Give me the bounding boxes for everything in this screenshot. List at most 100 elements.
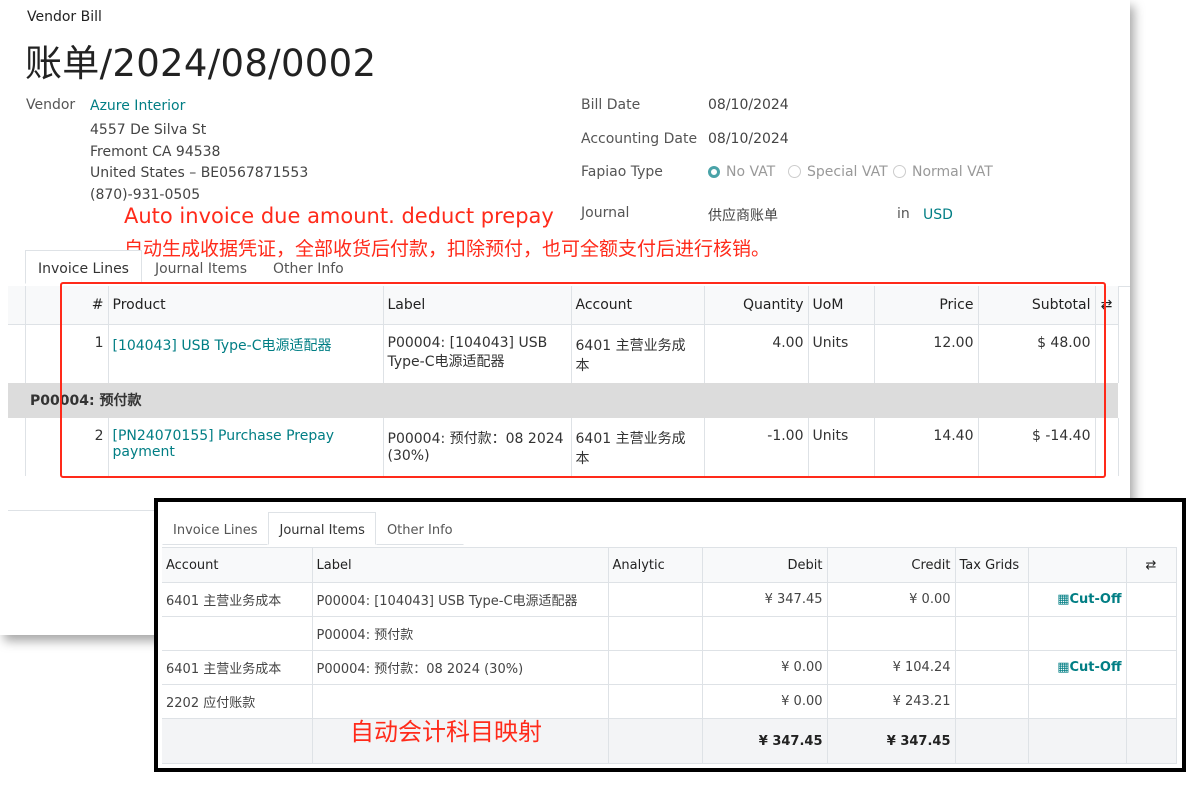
ji-analytic[interactable] — [608, 582, 703, 617]
line-subtotal: $ 48.00 — [978, 324, 1096, 383]
adjust-columns-icon: ⇄ — [1100, 297, 1113, 313]
column-header-subtotal[interactable]: Subtotal — [978, 286, 1096, 325]
calendar-icon: ▦ — [1057, 592, 1070, 607]
adjust-columns-icon: ⇄ — [1145, 557, 1157, 573]
section-row[interactable]: P00004: 预付款 — [8, 382, 1118, 418]
line-uom[interactable]: Units — [808, 324, 875, 383]
line-number: 2 — [25, 417, 109, 476]
breadcrumb[interactable]: Vendor Bill — [27, 9, 102, 25]
cut-off-button[interactable]: ▦Cut-Off — [1028, 650, 1127, 685]
tab-journal-items[interactable]: Journal Items — [141, 250, 261, 284]
ji-debit[interactable]: ¥ 0.00 — [702, 684, 828, 719]
ji-analytic[interactable] — [608, 616, 703, 651]
page-title: 账单/2024/08/0002 — [25, 42, 377, 85]
vendor-label: Vendor — [26, 97, 76, 113]
line-price[interactable]: 12.00 — [874, 324, 979, 383]
ji-tax-grids[interactable] — [955, 582, 1029, 617]
ji-credit[interactable]: ¥ 243.21 — [827, 684, 956, 719]
table-row[interactable]: 6401 主营业务成本 P00004: 预付款：08 2024 (30%) ¥ … — [162, 650, 1177, 685]
fapiao-option-special-vat[interactable]: Special VAT — [788, 164, 888, 180]
journal-panel-tabs: Invoice Lines Journal Items Other Info — [162, 512, 464, 545]
table-row[interactable]: 2 [PN24070155] Purchase Prepay payment P… — [8, 417, 1119, 476]
column-header-account[interactable]: Account — [571, 286, 705, 325]
journal-field[interactable]: 供应商账单 — [708, 205, 778, 225]
optional-columns-toggle[interactable]: ⇄ — [1095, 286, 1119, 325]
tab-invoice-lines[interactable]: Invoice Lines — [162, 512, 269, 545]
line-product[interactable]: [PN24070155] Purchase Prepay payment — [108, 417, 384, 476]
ji-tax-grids[interactable] — [955, 616, 1029, 651]
ji-account[interactable] — [162, 616, 313, 651]
fapiao-type-label: Fapiao Type — [581, 164, 663, 180]
ji-debit[interactable] — [702, 616, 828, 651]
ji-label[interactable]: P00004: [104043] USB Type-C电源适配器 — [312, 582, 609, 617]
fapiao-option-label: Special VAT — [807, 164, 888, 180]
column-header-uom[interactable]: UoM — [808, 286, 875, 325]
ji-label[interactable]: P00004: 预付款 — [312, 616, 609, 651]
optional-columns-toggle[interactable]: ⇄ — [1126, 547, 1177, 583]
ji-analytic[interactable] — [608, 650, 703, 685]
tab-other-info[interactable]: Other Info — [260, 250, 357, 284]
line-number: 1 — [25, 324, 109, 383]
column-header-label[interactable]: Label — [383, 286, 572, 325]
journal-items-table: Account Label Analytic Debit Credit Tax … — [162, 547, 1177, 764]
radio-icon — [893, 165, 906, 178]
ji-label[interactable]: P00004: 预付款：08 2024 (30%) — [312, 650, 609, 685]
fapiao-option-normal-vat[interactable]: Normal VAT — [893, 164, 993, 180]
cut-off-button[interactable]: ▦Cut-Off — [1028, 582, 1127, 617]
table-header: # Product Label Account Quantity UoM Pri… — [8, 286, 1119, 325]
bill-date-field[interactable]: 08/10/2024 — [708, 97, 789, 113]
ji-tax-grids[interactable] — [955, 650, 1029, 685]
vendor-link[interactable]: Azure Interior — [90, 98, 185, 114]
line-quantity[interactable]: -1.00 — [704, 417, 809, 476]
column-header-account[interactable]: Account — [162, 547, 313, 583]
table-row[interactable]: 6401 主营业务成本 P00004: [104043] USB Type-C电… — [162, 582, 1177, 617]
totals-row: ¥ 347.45 ¥ 347.45 — [162, 718, 1177, 764]
vendor-address-line: Fremont CA 94538 — [90, 144, 221, 160]
tab-journal-items[interactable]: Journal Items — [268, 512, 376, 545]
table-row[interactable]: P00004: 预付款 — [162, 616, 1177, 651]
table-header: Account Label Analytic Debit Credit Tax … — [162, 547, 1177, 583]
ji-account[interactable]: 2202 应付账款 — [162, 684, 313, 719]
line-account[interactable]: 6401 主营业务成本 — [571, 417, 705, 476]
line-account[interactable]: 6401 主营业务成本 — [571, 324, 705, 383]
line-product[interactable]: [104043] USB Type-C电源适配器 — [108, 324, 384, 383]
annotation-auto-account-mapping: 自动会计科目映射 — [350, 718, 542, 746]
bill-date-label: Bill Date — [581, 97, 641, 113]
column-header-debit[interactable]: Debit — [702, 547, 828, 583]
tab-invoice-lines[interactable]: Invoice Lines — [25, 250, 142, 284]
ji-account[interactable]: 6401 主营业务成本 — [162, 650, 313, 685]
column-header-quantity[interactable]: Quantity — [704, 286, 809, 325]
ji-credit[interactable] — [827, 616, 956, 651]
column-header-analytic[interactable]: Analytic — [608, 547, 703, 583]
line-uom[interactable]: Units — [808, 417, 875, 476]
calendar-icon: ▦ — [1057, 660, 1070, 675]
ji-account[interactable]: 6401 主营业务成本 — [162, 582, 313, 617]
total-credit: ¥ 347.45 — [827, 718, 956, 764]
fapiao-option-no-vat[interactable]: No VAT — [708, 164, 775, 180]
column-header-product[interactable]: Product — [108, 286, 384, 325]
ji-credit[interactable]: ¥ 104.24 — [827, 650, 956, 685]
ji-credit[interactable]: ¥ 0.00 — [827, 582, 956, 617]
column-header-credit[interactable]: Credit — [827, 547, 956, 583]
total-debit: ¥ 347.45 — [702, 718, 828, 764]
currency-field[interactable]: USD — [923, 207, 953, 223]
column-header-price[interactable]: Price — [874, 286, 979, 325]
line-quantity[interactable]: 4.00 — [704, 324, 809, 383]
table-row[interactable]: 1 [104043] USB Type-C电源适配器 P00004: [1040… — [8, 324, 1119, 383]
ji-tax-grids[interactable] — [955, 684, 1029, 719]
line-price[interactable]: 14.40 — [874, 417, 979, 476]
ji-debit[interactable]: ¥ 0.00 — [702, 650, 828, 685]
accounting-date-field[interactable]: 08/10/2024 — [708, 131, 789, 147]
radio-icon — [788, 165, 801, 178]
vendor-phone: (870)-931-0505 — [90, 187, 201, 203]
invoice-lines-table: # Product Label Account Quantity UoM Pri… — [8, 286, 1119, 476]
ji-analytic[interactable] — [608, 684, 703, 719]
tab-other-info[interactable]: Other Info — [375, 512, 464, 545]
line-label[interactable]: P00004: [104043] USB Type-C电源适配器 — [383, 324, 572, 383]
column-header-tax-grids[interactable]: Tax Grids — [955, 547, 1029, 583]
table-row[interactable]: 2202 应付账款 ¥ 0.00 ¥ 243.21 — [162, 684, 1177, 719]
ji-debit[interactable]: ¥ 347.45 — [702, 582, 828, 617]
fapiao-option-label: Normal VAT — [912, 164, 993, 180]
column-header-label[interactable]: Label — [312, 547, 609, 583]
line-label[interactable]: P00004: 预付款：08 2024 (30%) — [383, 417, 572, 476]
